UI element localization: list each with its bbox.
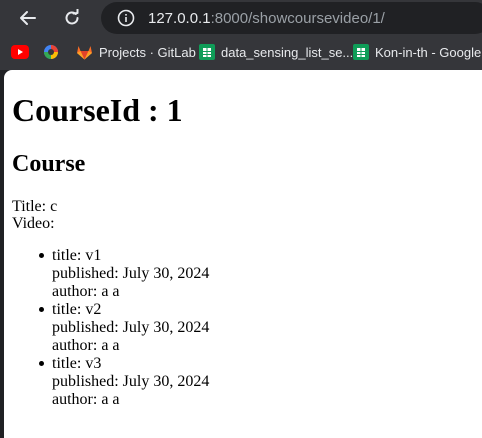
url-host: 127.0.0.1 [148,10,211,27]
video-title: title: v3 [52,355,102,372]
bookmark-sheet-1[interactable]: data_sensing_list_se... [199,43,353,61]
list-item: title: v3 published: July 30, 2024 autho… [38,355,210,409]
url-text[interactable]: 127.0.0.1:8000/showcoursevideo/1/ [148,10,385,27]
bookmark-label: data_sensing_list_se... [221,44,354,60]
back-button[interactable] [14,4,42,32]
video-title: title: v1 [52,247,102,264]
bookmark-gitlab[interactable]: Projects · GitLab [76,43,196,61]
list-item: title: v2 published: July 30, 2024 autho… [38,301,210,355]
video-published: published: July 30, 2024 [52,265,210,282]
address-bar[interactable]: 127.0.0.1:8000/showcoursevideo/1/ [101,2,482,34]
video-author: author: a a [52,337,120,354]
reload-button[interactable] [58,4,86,32]
page-content: CourseId : 1 Course Title: c Video: titl… [4,70,482,438]
bookmark-youtube[interactable] [11,43,29,61]
arrow-left-icon [20,11,36,25]
course-title: Title: c [12,198,58,215]
list-item: title: v1 published: July 30, 2024 autho… [38,247,210,301]
video-author: author: a a [52,391,120,408]
youtube-icon [11,45,29,59]
google-sheets-icon [199,44,215,60]
url-path: :8000/showcoursevideo/1/ [210,10,385,27]
bookmark-site[interactable] [42,43,60,61]
bookmark-label: Projects · GitLab [99,44,196,60]
google-sheets-icon [353,44,369,60]
video-title: title: v2 [52,301,102,318]
page-title: CourseId : 1 [12,92,183,128]
gitlab-icon [77,46,92,60]
colorful-site-icon [44,45,58,59]
video-label: Video: [12,215,55,232]
bookmark-label: Kon-in-th - Google... [375,44,482,60]
bookmark-sheet-2[interactable]: Kon-in-th - Google... [353,43,482,61]
video-published: published: July 30, 2024 [52,373,210,390]
video-author: author: a a [52,283,120,300]
reload-icon [65,9,79,25]
video-list: title: v1 published: July 30, 2024 autho… [38,247,210,409]
info-icon[interactable] [117,9,135,27]
section-heading: Course [12,151,86,177]
browser-chrome: 127.0.0.1:8000/showcoursevideo/1/ Projec… [0,0,482,70]
video-published: published: July 30, 2024 [52,319,210,336]
